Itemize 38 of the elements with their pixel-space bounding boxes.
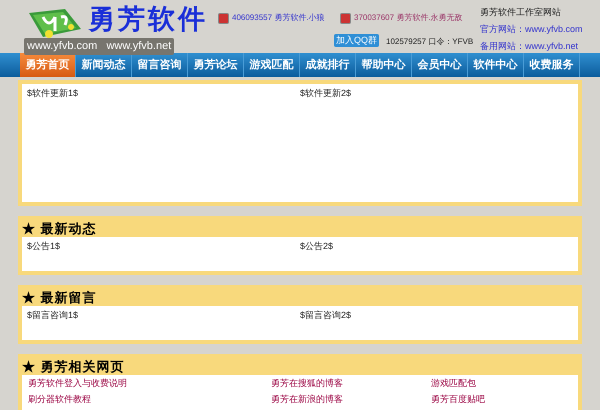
nav-tab[interactable]: 新闻动态 bbox=[76, 53, 132, 77]
qq-group-text: 102579257 口令：YFVB bbox=[386, 36, 474, 48]
related-link[interactable]: 勇芳在搜狐的博客 bbox=[271, 377, 431, 389]
qq-contact-text: 406093557 勇芳软件.小狼 bbox=[232, 12, 324, 24]
nav-tab[interactable]: 会员中心 bbox=[412, 53, 468, 77]
content-text: $留言咨询1$ bbox=[27, 309, 80, 322]
nav-tab[interactable]: 软件中心 bbox=[468, 53, 524, 77]
site-label: 官方网站： bbox=[480, 23, 525, 36]
nav-tab[interactable]: 收费服务 bbox=[524, 53, 580, 77]
site-label: 备用网站： bbox=[480, 40, 525, 53]
nav-tab[interactable]: 帮助中心 bbox=[356, 53, 412, 77]
nav-tab[interactable]: 成就排行 bbox=[300, 53, 356, 77]
brand-name: 勇芳软件 bbox=[88, 6, 208, 33]
related-link[interactable]: 游戏匹配包 bbox=[431, 377, 572, 389]
qq-icon bbox=[218, 13, 229, 24]
section-title: ★ 最新留言 bbox=[22, 289, 98, 306]
content-text: $软件更新1$ bbox=[27, 87, 80, 100]
related-link[interactable]: 刷分器软件教程 bbox=[28, 393, 271, 405]
site-link[interactable]: www.yfvb.net bbox=[525, 40, 578, 54]
content-text: $留言咨询2$ bbox=[300, 309, 352, 322]
qq-icon bbox=[340, 13, 351, 24]
sites-title: 勇芳软件工作室网站 bbox=[480, 6, 561, 19]
nav-tab[interactable]: 勇芳首页 bbox=[20, 53, 76, 77]
nav-tab[interactable]: 游戏匹配 bbox=[244, 53, 300, 77]
site-link[interactable]: www.yfvb.com bbox=[525, 23, 583, 36]
content-text: $公告1$ bbox=[27, 240, 62, 253]
section-title: ★ 勇芳相关网页 bbox=[22, 358, 126, 375]
content-text: $公告2$ bbox=[300, 240, 334, 253]
nav-tab[interactable]: 留言咨询 bbox=[132, 53, 188, 77]
related-link[interactable]: 勇芳在新浪的博客 bbox=[271, 393, 431, 405]
section-title: ★ 最新动态 bbox=[22, 220, 98, 237]
qq-contact-text: 370037607 勇芳软件.永勇无敌 bbox=[354, 12, 462, 24]
nav-tab[interactable]: 勇芳论坛 bbox=[188, 53, 244, 77]
related-link[interactable]: 勇芳软件登入与收费说明 bbox=[28, 377, 271, 389]
content-text: $软件更新2$ bbox=[300, 87, 352, 100]
site-domains: www.yfvb.com www.yfvb.net bbox=[24, 38, 174, 54]
join-group-button[interactable]: 加入QQ群 bbox=[334, 34, 380, 47]
related-link[interactable]: 勇芳百度贴吧 bbox=[431, 393, 572, 405]
